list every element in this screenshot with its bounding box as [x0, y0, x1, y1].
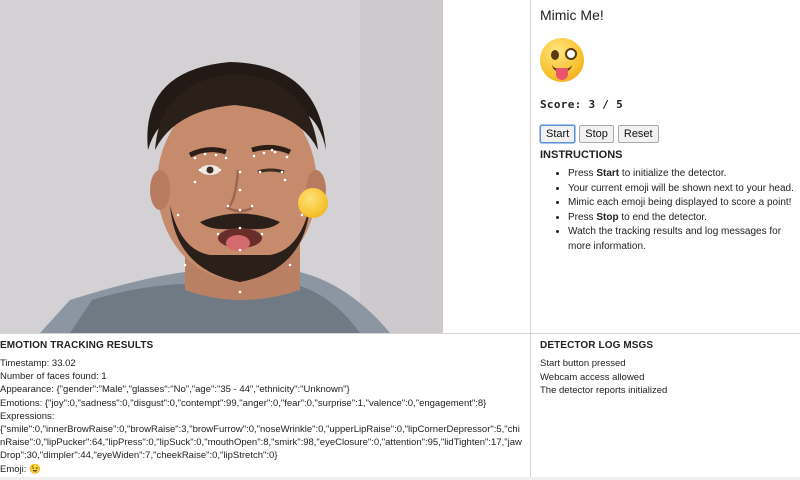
log-line: The detector reports initialized: [540, 385, 668, 396]
results-line: Number of faces found: 1: [0, 371, 107, 383]
instructions-title: INSTRUCTIONS: [540, 149, 623, 161]
vertical-divider: [530, 0, 531, 480]
instruction-item: Watch the tracking results and log messa…: [568, 225, 795, 254]
log-line: Start button pressed: [540, 358, 626, 369]
target-emoji-icon: [540, 38, 584, 82]
instruction-item: Press Start to initialize the detector.: [568, 167, 795, 182]
target-emoji-tongue: [556, 68, 568, 80]
results-panel: EMOTION TRACKING RESULTS Timestamp: 33.0…: [0, 340, 525, 476]
stop-button[interactable]: Stop: [579, 125, 614, 143]
results-line: {"smile":0,"innerBrowRaise":0,"browRaise…: [0, 424, 522, 462]
webcam-frame: [0, 0, 443, 333]
results-body: Timestamp: 33.02 Number of faces found: …: [0, 357, 525, 476]
webcam-feed: [0, 0, 443, 333]
log-body: Start button pressed Webcam access allow…: [540, 357, 795, 398]
instruction-item: Mimic each emoji being displayed to scor…: [568, 196, 795, 211]
game-panel: Mimic Me! Score: 3 / 5 Start Stop Reset …: [540, 6, 795, 254]
instructions-list: Press Start to initialize the detector. …: [540, 167, 795, 254]
log-panel: DETECTOR LOG MSGS Start button pressed W…: [540, 340, 795, 398]
target-emoji-left-eye: [551, 50, 559, 60]
log-line: Webcam access allowed: [540, 371, 645, 383]
instruction-item: Your current emoji will be shown next to…: [568, 182, 795, 197]
results-line: Timestamp: 33.02: [0, 358, 76, 369]
log-title: DETECTOR LOG MSGS: [540, 340, 654, 351]
results-line: Emoji: 😉: [0, 463, 41, 475]
score-display: Score: 3 / 5: [540, 98, 624, 111]
results-line: Emotions: {"joy":0,"sadness":0,"disgust"…: [0, 397, 487, 409]
controls: Start Stop Reset: [540, 125, 795, 143]
start-button[interactable]: Start: [540, 125, 576, 143]
horizontal-divider: [0, 333, 800, 334]
overlay-emoji: [296, 186, 330, 220]
target-emoji-right-eye: [565, 48, 577, 60]
reset-button[interactable]: Reset: [617, 125, 659, 143]
results-line: Appearance: {"gender":"Male","glasses":"…: [0, 384, 350, 396]
spacer-column: [443, 0, 530, 333]
game-title: Mimic Me!: [540, 7, 604, 23]
wink-face-icon: [298, 188, 328, 218]
instruction-item: Press Stop to end the detector.: [568, 211, 795, 226]
results-title: EMOTION TRACKING RESULTS: [0, 340, 154, 351]
results-line: Expressions:: [0, 410, 55, 422]
